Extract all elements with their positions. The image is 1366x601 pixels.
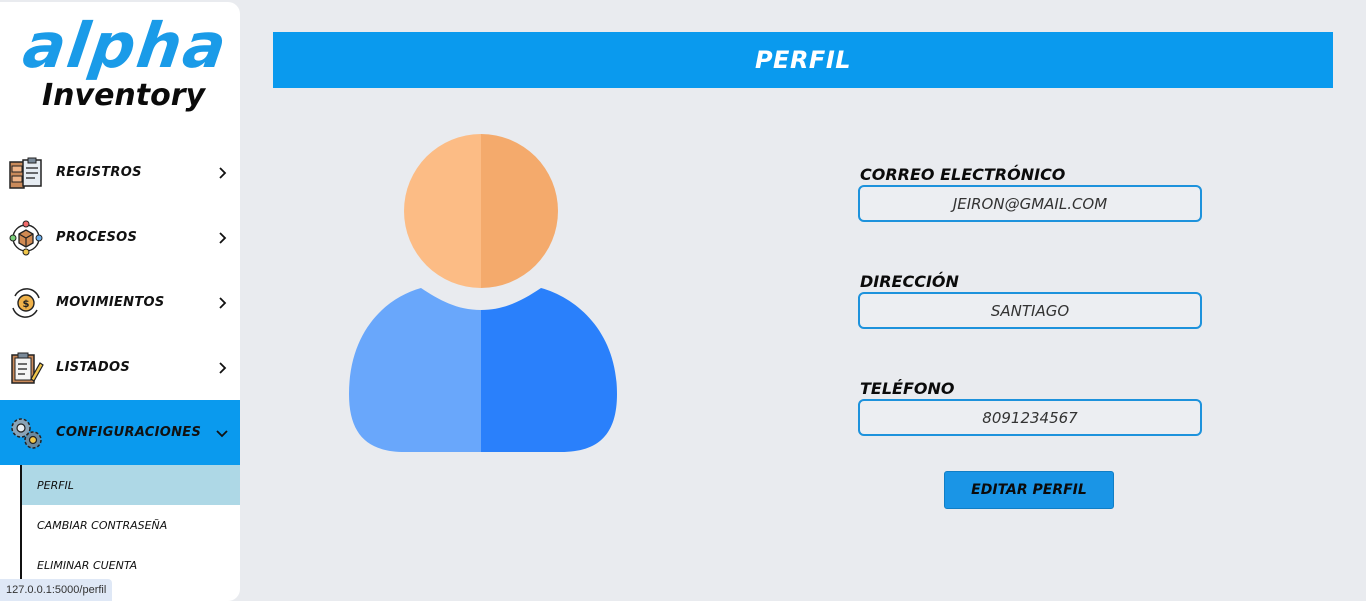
address-label: DIRECCIÓN [860,272,959,291]
brand-logo[interactable]: alpha Inventory [19,9,233,116]
sidebar-item-procesos[interactable]: PROCESOS [0,205,240,270]
chevron-down-icon [216,429,228,437]
phone-label: TELÉFONO [860,379,955,398]
email-field: JEIRON@GMAIL.COM [858,185,1202,222]
chevron-right-icon [219,166,227,179]
phone-field: 8091234567 [858,399,1202,436]
listados-icon [4,346,48,390]
sidebar-item-configuraciones[interactable]: CONFIGURACIONES [0,400,240,465]
sidebar-item-label: CONFIGURACIONES [56,425,202,440]
chevron-right-icon [219,296,227,309]
sidebar: alpha Inventory REGISTROS PROCESOS $ MOV… [0,2,240,601]
page-header: PERFIL [273,32,1333,88]
page-title: PERFIL [754,46,852,74]
movimientos-icon: $ [4,281,48,325]
email-label: CORREO ELECTRÓNICO [860,165,1066,184]
address-field: SANTIAGO [858,292,1202,329]
edit-profile-button[interactable]: EDITAR PERFIL [944,471,1114,509]
procesos-icon [4,216,48,260]
sidebar-item-label: REGISTROS [56,165,142,180]
user-avatar-icon [349,134,617,452]
gears-icon [4,411,48,455]
sidebar-item-listados[interactable]: LISTADOS [0,335,240,400]
registros-icon [4,151,48,195]
submenu-item-cambiar-contrasena[interactable]: CAMBIAR CONTRASEÑA [0,505,240,545]
brand-name: alpha [18,9,233,82]
brand-subtitle: Inventory [42,78,206,113]
sidebar-item-label: LISTADOS [56,360,131,375]
sidebar-item-movimientos[interactable]: $ MOVIMIENTOS [0,270,240,335]
configuraciones-submenu: PERFIL CAMBIAR CONTRASEÑA ELIMINAR CUENT… [0,465,240,585]
status-bar-url: 127.0.0.1:5000/perfil [0,579,113,601]
chevron-right-icon [219,231,227,244]
sidebar-menu: REGISTROS PROCESOS $ MOVIMIENTOS LISTADO… [0,140,240,585]
sidebar-item-registros[interactable]: REGISTROS [0,140,240,205]
submenu-item-perfil[interactable]: PERFIL [22,465,240,505]
sidebar-item-label: MOVIMIENTOS [56,295,165,310]
sidebar-item-label: PROCESOS [56,230,138,245]
chevron-right-icon [219,361,227,374]
svg-text:$: $ [23,299,30,310]
